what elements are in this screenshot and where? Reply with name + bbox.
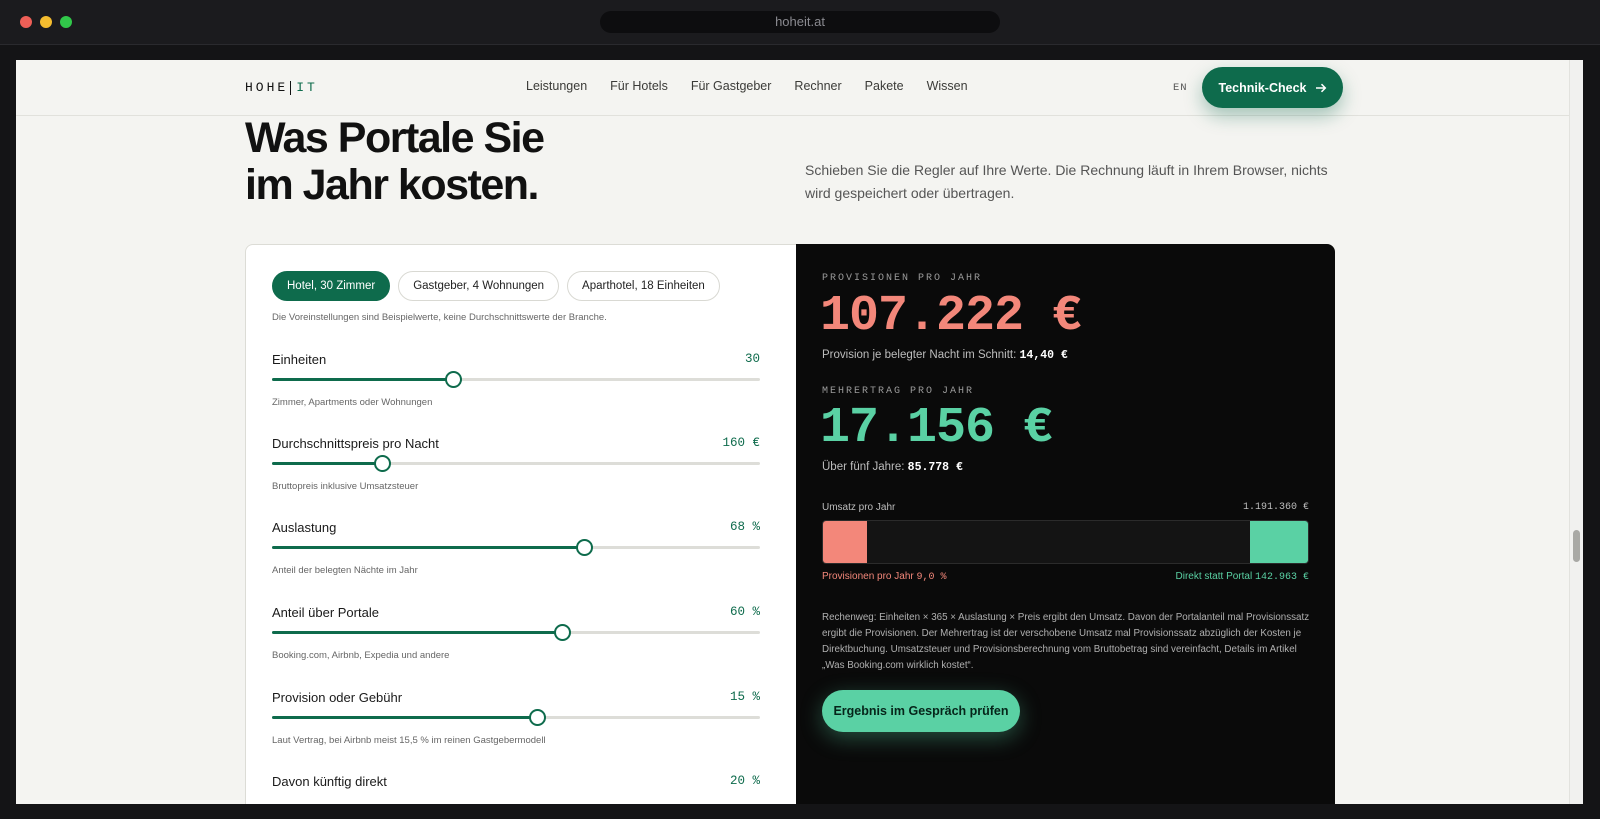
minimize-window-button[interactable] <box>40 16 52 28</box>
page-title-line-1: Was Portale Sie <box>245 114 545 162</box>
nav-link-fuer-gastgeber[interactable]: Für Gastgeber <box>691 79 772 93</box>
page-viewport: HOHE IT Leistungen Für Hotels Für Gastge… <box>16 60 1583 804</box>
site-header: HOHE IT Leistungen Für Hotels Für Gastge… <box>16 60 1569 116</box>
slider-track[interactable] <box>272 371 760 388</box>
window-bottom-edge <box>0 804 1600 819</box>
logo-divider <box>290 80 292 95</box>
slider-value: 160 € <box>722 436 760 450</box>
slider-thumb[interactable] <box>373 455 391 472</box>
gain-sub-label: Über fünf Jahre: <box>822 461 905 473</box>
slider-value: 30 <box>744 352 760 366</box>
slider-hint: Zimmer, Apartments oder Wohnungen <box>272 397 433 408</box>
slider-label: Davon künftig direkt <box>272 774 387 789</box>
direct-share-note: Direkt statt Portal 142.963 € <box>1176 571 1310 583</box>
arrow-right-icon <box>1315 83 1326 92</box>
slider-track[interactable] <box>272 455 760 472</box>
commission-kicker: PROVISIONEN PRO JAHR <box>822 273 983 284</box>
technik-check-label: Technik-Check <box>1218 80 1307 95</box>
commission-share-label: Provisionen pro Jahr <box>822 571 914 582</box>
preset-note: Die Voreinstellungen sind Beispielwerte,… <box>272 312 607 323</box>
nav-link-wissen[interactable]: Wissen <box>927 79 968 93</box>
preset-hotel[interactable]: Hotel, 30 Zimmer <box>272 271 391 301</box>
slider-hint: Bruttopreis inklusive Umsatzsteuer <box>272 481 419 492</box>
slider-fill <box>272 716 537 719</box>
slider-fill <box>272 631 563 634</box>
commission-share-note: Provisionen pro Jahr 9,0 % <box>822 571 947 583</box>
gain-kicker: MEHRERTRAG PRO JAHR <box>822 386 975 397</box>
logo[interactable]: HOHE IT <box>245 80 318 95</box>
slider-label: Einheiten <box>272 352 327 367</box>
language-switch[interactable]: EN <box>1173 82 1188 94</box>
address-bar[interactable]: hoheit.at <box>600 11 1000 33</box>
slider-thumb[interactable] <box>528 709 546 726</box>
calculator-inputs: Hotel, 30 Zimmer Gastgeber, 4 Wohnungen … <box>245 244 796 804</box>
slider-value: 68 % <box>729 520 760 534</box>
slider-value: 15 % <box>729 690 760 704</box>
direct-share-label: Direkt statt Portal <box>1175 571 1253 582</box>
page-title: Was Portale Sie im Jahr kosten. <box>245 114 545 209</box>
nav-link-fuer-hotels[interactable]: Für Hotels <box>610 79 668 93</box>
browser-toolbar: hoheit.at <box>0 0 1600 45</box>
commission-value: 107.222 € <box>820 288 1082 345</box>
maximize-window-button[interactable] <box>60 16 72 28</box>
slider-track[interactable] <box>272 709 760 726</box>
slider-label: Durchschnittspreis pro Nacht <box>272 436 439 451</box>
direct-segment <box>1249 521 1308 563</box>
slider-label: Anteil über Portale <box>272 605 379 620</box>
gain-value: 17.156 € <box>820 400 1053 457</box>
revenue-bar-total: 1.191.360 € <box>1242 502 1309 513</box>
close-window-button[interactable] <box>20 16 32 28</box>
nav-link-rechner[interactable]: Rechner <box>794 79 841 93</box>
commission-share-value: 9,0 % <box>916 572 947 583</box>
logo-left: HOHE <box>245 80 289 95</box>
nav-link-pakete[interactable]: Pakete <box>865 79 904 93</box>
slider-label: Provision oder Gebühr <box>272 690 403 705</box>
calculator-results: PROVISIONEN PRO JAHR 107.222 € Provision… <box>796 244 1335 804</box>
slider-hint: Laut Vertrag, bei Airbnb meist 15,5 % im… <box>272 735 546 746</box>
slider-hint: Anteil der belegten Nächte im Jahr <box>272 565 418 576</box>
slider-fill <box>272 462 382 465</box>
logo-right: IT <box>296 80 318 95</box>
slider-fill <box>272 378 453 381</box>
commission-sub-value: 14,40 € <box>1019 349 1068 362</box>
slider-value: 20 % <box>729 774 760 788</box>
nav-link-leistungen[interactable]: Leistungen <box>526 79 587 93</box>
scrollbar[interactable] <box>1569 60 1583 804</box>
slider-thumb[interactable] <box>576 539 594 556</box>
revenue-bar-label: Umsatz pro Jahr <box>822 502 896 513</box>
main-nav: Leistungen Für Hotels Für Gastgeber Rech… <box>526 79 968 93</box>
gain-subline: Über fünf Jahre: 85.778 € <box>822 461 963 474</box>
slider-fill <box>272 546 585 549</box>
page-title-line-2: im Jahr kosten. <box>245 161 539 209</box>
gain-sub-value: 85.778 € <box>907 461 963 474</box>
scrollbar-thumb[interactable] <box>1573 530 1580 562</box>
slider-label: Auslastung <box>272 520 337 535</box>
calculation-method-text: Rechenweg: Einheiten × 365 × Auslastung … <box>822 612 1310 671</box>
commission-subline: Provision je belegter Nacht im Schnitt: … <box>822 349 1068 362</box>
slider-thumb[interactable] <box>554 624 572 641</box>
slider-hint: Booking.com, Airbnb, Expedia und andere <box>272 650 450 661</box>
slider-track[interactable] <box>272 539 760 556</box>
technik-check-button[interactable]: Technik-Check <box>1202 67 1343 108</box>
check-result-button[interactable]: Ergebnis im Gespräch prüfen <box>822 690 1020 732</box>
slider-thumb[interactable] <box>444 371 462 388</box>
intro-text: Schieben Sie die Regler auf Ihre Werte. … <box>805 162 1328 201</box>
slider-track[interactable] <box>272 624 760 641</box>
preset-gastgeber[interactable]: Gastgeber, 4 Wohnungen <box>398 271 560 301</box>
revenue-bar <box>822 520 1309 564</box>
commission-sub-label: Provision je belegter Nacht im Schnitt: <box>822 349 1017 361</box>
direct-share-value: 142.963 € <box>1254 572 1309 583</box>
preset-chips: Hotel, 30 Zimmer Gastgeber, 4 Wohnungen … <box>272 271 720 301</box>
preset-aparthotel[interactable]: Aparthotel, 18 Einheiten <box>567 271 720 301</box>
slider-value: 60 % <box>729 605 760 619</box>
commission-segment <box>823 521 867 563</box>
